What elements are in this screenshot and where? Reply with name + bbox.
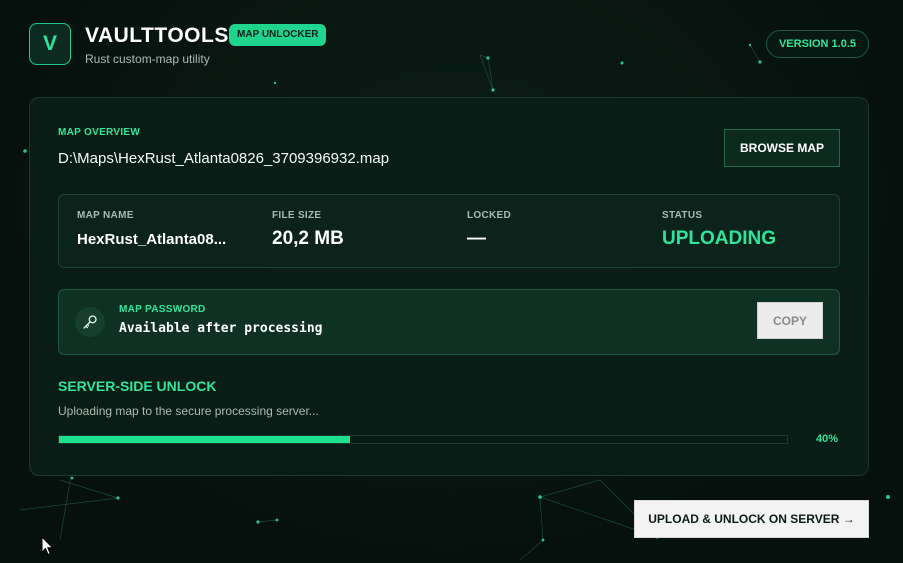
copy-password-button[interactable]: COPY xyxy=(757,302,823,339)
upload-progress-bar xyxy=(58,435,788,444)
status-label: STATUS xyxy=(662,210,703,221)
map-overview-label: MAP OVERVIEW xyxy=(58,127,141,138)
map-info-panel: MAP NAME HexRust_Atlanta08... FILE SIZE … xyxy=(58,194,840,268)
map-path: D:\Maps\HexRust_Atlanta0826_3709396932.m… xyxy=(58,150,390,167)
locked-value: — xyxy=(467,228,486,249)
map-card: MAP OVERVIEW D:\Maps\HexRust_Atlanta0826… xyxy=(29,97,869,476)
status-field: STATUS UPLOADING xyxy=(662,195,852,269)
map-password-panel: MAP PASSWORD Available after processing … xyxy=(58,289,840,355)
map-name-field: MAP NAME HexRust_Atlanta08... xyxy=(77,195,267,269)
upload-progress-percent: 40% xyxy=(816,433,839,445)
version-badge: VERSION 1.0.5 xyxy=(766,30,869,58)
locked-field: LOCKED — xyxy=(467,195,657,269)
map-password-value: Available after processing xyxy=(119,321,323,336)
server-unlock-message: Uploading map to the secure processing s… xyxy=(58,404,319,418)
map-password-label: MAP PASSWORD xyxy=(119,304,206,315)
app-title: VAULTTOOLS xyxy=(85,24,229,47)
upload-progress-fill xyxy=(59,436,351,443)
map-name-value: HexRust_Atlanta08... xyxy=(77,231,227,248)
browse-map-button[interactable]: BROWSE MAP xyxy=(724,129,840,167)
server-unlock-title: SERVER-SIDE UNLOCK xyxy=(58,378,217,394)
app-subtitle: Rust custom-map utility xyxy=(85,52,210,66)
file-size-label: FILE SIZE xyxy=(272,210,322,221)
status-value: UPLOADING xyxy=(662,228,776,249)
app-logo: V xyxy=(29,23,71,65)
key-icon xyxy=(75,307,105,337)
app-badge: MAP UNLOCKER xyxy=(229,24,327,46)
locked-label: LOCKED xyxy=(467,210,512,221)
mouse-cursor-icon xyxy=(41,536,54,556)
logo-letter: V xyxy=(42,32,57,55)
file-size-value: 20,2 MB xyxy=(272,228,344,249)
upload-unlock-button[interactable]: UPLOAD & UNLOCK ON SERVER → xyxy=(634,500,869,538)
map-name-label: MAP NAME xyxy=(77,210,134,221)
file-size-field: FILE SIZE 20,2 MB xyxy=(272,195,462,269)
